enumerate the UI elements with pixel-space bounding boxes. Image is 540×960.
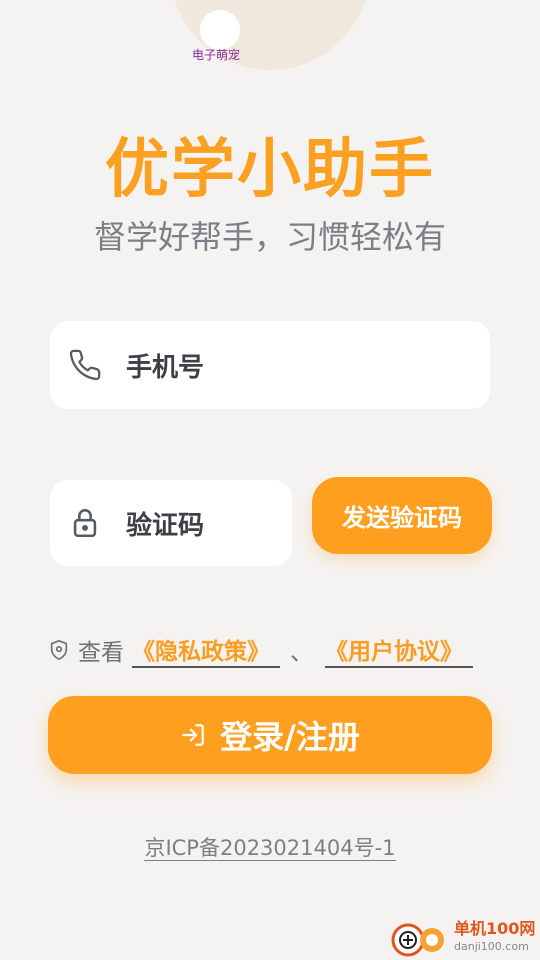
lock-icon — [73, 509, 97, 538]
app-subtitle: 督学好帮手，习惯轻松有 — [93, 218, 446, 256]
agreement-row: 查看 《隐私政策》 、 《用户协议》 — [48, 632, 473, 668]
app-title: 优学小助手 — [105, 133, 435, 207]
login-button-label: 登录/注册 — [220, 718, 360, 756]
code-placeholder: 验证码 — [126, 510, 205, 541]
phone-placeholder: 手机号 — [126, 352, 205, 383]
watermark: 单机100网 danji100.com — [388, 916, 538, 960]
icp-text[interactable]: 京ICP备2023021404号-1 — [144, 836, 396, 861]
watermark-logo-icon — [391, 923, 444, 957]
phone-input[interactable]: 手机号 — [50, 321, 490, 409]
agreement-separator: 、 — [290, 640, 313, 666]
watermark-url: danji100.com — [454, 940, 529, 953]
code-input[interactable]: 验证码 — [50, 480, 292, 566]
phone-icon — [69, 349, 101, 381]
icp-record[interactable]: 京ICP备2023021404号-1 — [0, 832, 540, 862]
user-agreement-link[interactable]: 《用户协议》 — [325, 632, 473, 668]
send-code-button[interactable]: 发送验证码 — [312, 477, 492, 554]
pet-avatar[interactable] — [200, 10, 240, 50]
login-register-button[interactable]: 登录/注册 — [48, 696, 492, 774]
login-icon — [182, 724, 204, 746]
shield-icon — [50, 640, 68, 660]
pet-label[interactable]: 电子萌宠 — [192, 46, 240, 63]
agreement-prefix: 查看 — [78, 640, 124, 666]
watermark-name: 单机100网 — [454, 919, 536, 938]
privacy-policy-link[interactable]: 《隐私政策》 — [132, 632, 280, 668]
